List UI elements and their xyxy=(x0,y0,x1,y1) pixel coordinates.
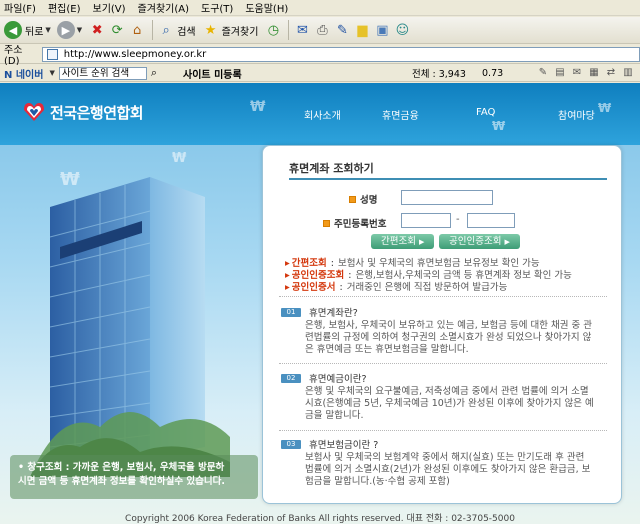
promo-banner: • 창구조회 : 가까운 은행, 보험사, 우체국을 방문하 시면 금액 등 휴… xyxy=(10,455,258,499)
note-icon[interactable]: ▆ xyxy=(353,21,371,39)
section-divider xyxy=(279,363,607,364)
menu-tools[interactable]: 도구(T) xyxy=(201,0,233,15)
browser-toolbar: ◀ 뒤로 ▼ ▶ ▼ ✖ ⟳ ⌂ ⌕ 검색 ★ 즐겨찾기 ◷ ✉ ⎙ ✎ ▆ ▣… xyxy=(0,17,640,44)
toolbar-separator xyxy=(152,20,154,40)
forward-arrow-icon: ▶ xyxy=(56,21,75,39)
office-building-image xyxy=(30,177,230,477)
chevron-down-icon[interactable]: ▼ xyxy=(49,69,54,77)
arrow-right-icon: ▶ xyxy=(504,238,510,246)
calendar-icon[interactable]: ▥ xyxy=(621,67,635,80)
nav-company[interactable]: 회사소개 xyxy=(304,107,341,122)
faq-number-badge: 01 xyxy=(281,307,301,317)
info-item-certificate-lookup: ▸ 공인인증조회: 은행,보험사,우체국의 금액 등 휴면계좌 정보 확인 가능 xyxy=(285,270,572,281)
faq-question-02: 02 휴면예금이란? xyxy=(281,371,366,385)
faq-number-badge: 02 xyxy=(281,373,301,383)
title-divider xyxy=(289,178,607,180)
menu-file[interactable]: 파일(F) xyxy=(4,0,36,15)
site-header: 전국은행연합회 회사소개 휴면금융 FAQ 참여마당 ₩ ₩ ₩ xyxy=(0,83,640,145)
naver-search-input[interactable]: 사이트 순위 검색 xyxy=(58,66,147,80)
lookup-info-list: ▸ 간편조회: 보험사 및 우체국의 휴면보험금 보유정보 확인 가능 ▸ 공인인증조… xyxy=(285,258,611,294)
simple-lookup-button[interactable]: 간편조회 ▶ xyxy=(371,234,435,249)
toolbar-separator xyxy=(288,20,290,40)
back-button[interactable]: ◀ 뒤로 ▼ xyxy=(4,21,51,39)
orange-bullet-icon xyxy=(323,220,330,227)
mail-icon[interactable]: ✉ xyxy=(570,67,584,80)
page-icon xyxy=(46,48,58,60)
naver-tool-icons: ✎ ▤ ✉ ▦ ⇄ ▥ xyxy=(536,67,638,80)
site-rate: 0.73 xyxy=(482,67,504,79)
address-url: http://www.sleepmoney.or.kr xyxy=(63,48,207,60)
id-number-front-input[interactable] xyxy=(401,213,451,228)
dictionary-icon[interactable]: ▦ xyxy=(587,67,601,80)
id-number-back-input[interactable] xyxy=(467,213,515,228)
search-icon[interactable]: ⌕ xyxy=(151,66,157,80)
messenger-icon[interactable]: ☺ xyxy=(393,21,411,39)
arrow-right-icon: ▶ xyxy=(418,238,425,246)
section-divider xyxy=(279,430,607,431)
brand-heart-icon xyxy=(24,103,44,121)
menu-view[interactable]: 보기(V) xyxy=(93,0,126,15)
panel-title: 휴면계좌 조회하기 xyxy=(289,162,374,175)
web-page: 전국은행연합회 회사소개 휴면금융 FAQ 참여마당 ₩ ₩ ₩ ₩ ₩ • 창… xyxy=(0,83,640,524)
naver-logo[interactable]: N 네이버 xyxy=(4,66,43,81)
site-footer: Copyright 2006 Korea Federation of Banks… xyxy=(125,514,515,524)
section-divider xyxy=(279,296,607,297)
lookup-panel: 휴면계좌 조회하기 성명 주민등록번호 - 간편조회 ▶ 공인인증조회 ▶ ▸ 간편조… xyxy=(262,145,622,504)
info-item-simple: ▸ 간편조회: 보험사 및 우체국의 휴면보험금 보유정보 확인 가능 xyxy=(285,258,540,269)
chevron-down-icon: ▼ xyxy=(45,26,51,34)
decorative-won-symbol: ₩ xyxy=(598,101,612,115)
site-register-label[interactable]: 사이트 미등록 xyxy=(183,66,242,81)
back-arrow-icon: ◀ xyxy=(4,21,22,39)
certificate-lookup-button[interactable]: 공인인증조회 ▶ xyxy=(439,234,520,249)
blog-icon[interactable]: ▤ xyxy=(553,67,567,80)
nav-dormant-finance[interactable]: 휴면금융 xyxy=(382,107,419,122)
mail-icon[interactable]: ✉ xyxy=(293,21,311,39)
star-icon: ★ xyxy=(204,22,217,38)
menu-favorites[interactable]: 즐겨찾기(A) xyxy=(138,0,189,15)
faq-answer-03: 보험사 및 우체국의 보험계약 중에서 해지(실효) 또는 만기도래 후 관련 … xyxy=(305,452,591,487)
nav-faq[interactable]: FAQ xyxy=(476,107,495,118)
promo-line-1: • 창구조회 : 가까운 은행, 보험사, 우체국을 방문하 xyxy=(18,462,225,473)
id-number-label: 주민등록번호 xyxy=(323,216,386,230)
menu-edit[interactable]: 편집(E) xyxy=(48,0,81,15)
stop-icon[interactable]: ✖ xyxy=(88,21,106,39)
faq-number-badge: 03 xyxy=(281,439,301,449)
decorative-won-symbol: ₩ xyxy=(492,119,506,133)
nav-participation[interactable]: 참여마당 xyxy=(558,107,595,122)
search-icon: ⌕ xyxy=(162,22,170,38)
info-item-certificate: ▸ 공인인증서: 거래중인 은행에 직접 방문하여 발급가능 xyxy=(285,282,508,293)
faq-answer-01: 은행, 보험사, 우체국이 보유하고 있는 예금, 보험금 등에 대한 채권 중… xyxy=(305,320,592,355)
orange-bullet-icon xyxy=(349,196,356,203)
window-icon[interactable]: ▣ xyxy=(373,21,391,39)
site-total-rank: 전체 : 3,943 xyxy=(412,69,466,80)
favorites-button[interactable]: ★ 즐겨찾기 xyxy=(202,21,259,39)
faq-question-01: 01 휴면계좌란? xyxy=(281,305,358,319)
name-input[interactable] xyxy=(401,190,493,205)
address-input[interactable]: http://www.sleepmoney.or.kr xyxy=(41,46,640,62)
name-label: 성명 xyxy=(349,192,377,206)
naver-toolbar: N 네이버 ▼ 사이트 순위 검색 ⌕ 사이트 미등록 전체 : 3,943 0… xyxy=(0,65,640,82)
menu-bar: 파일(F) 편집(E) 보기(V) 즐겨찾기(A) 도구(T) 도움말(H) xyxy=(0,0,640,16)
pen-icon[interactable]: ✎ xyxy=(536,67,550,80)
search-button[interactable]: ⌕ 검색 xyxy=(157,21,196,39)
history-icon[interactable]: ◷ xyxy=(264,21,282,39)
forward-button[interactable]: ▶ ▼ xyxy=(56,21,83,39)
chevron-down-icon: ▼ xyxy=(76,26,83,34)
site-name: 전국은행연합회 xyxy=(50,103,144,122)
faq-answer-02: 은행 및 우체국의 요구불예금, 저축성예금 중에서 관련 법률에 의거 소멸 … xyxy=(305,386,594,421)
id-dash: - xyxy=(456,214,460,225)
translate-icon[interactable]: ⇄ xyxy=(604,67,618,80)
address-bar: 주소(D) http://www.sleepmoney.or.kr xyxy=(0,45,640,67)
promo-line-2: 시면 금액 등 휴면계좌 정보를 확인하실수 있습니다. xyxy=(18,476,225,487)
edit-icon[interactable]: ✎ xyxy=(333,21,351,39)
print-icon[interactable]: ⎙ xyxy=(313,21,331,39)
site-logo[interactable]: 전국은행연합회 xyxy=(22,101,144,123)
faq-question-03: 03 휴면보험금이란 ? xyxy=(281,437,378,451)
refresh-icon[interactable]: ⟳ xyxy=(108,21,126,39)
decorative-won-symbol: ₩ xyxy=(250,99,266,115)
address-label: 주소(D) xyxy=(4,45,23,67)
menu-help[interactable]: 도움말(H) xyxy=(245,0,288,15)
home-icon[interactable]: ⌂ xyxy=(128,21,146,39)
decorative-won-symbol: ₩ xyxy=(172,151,187,166)
